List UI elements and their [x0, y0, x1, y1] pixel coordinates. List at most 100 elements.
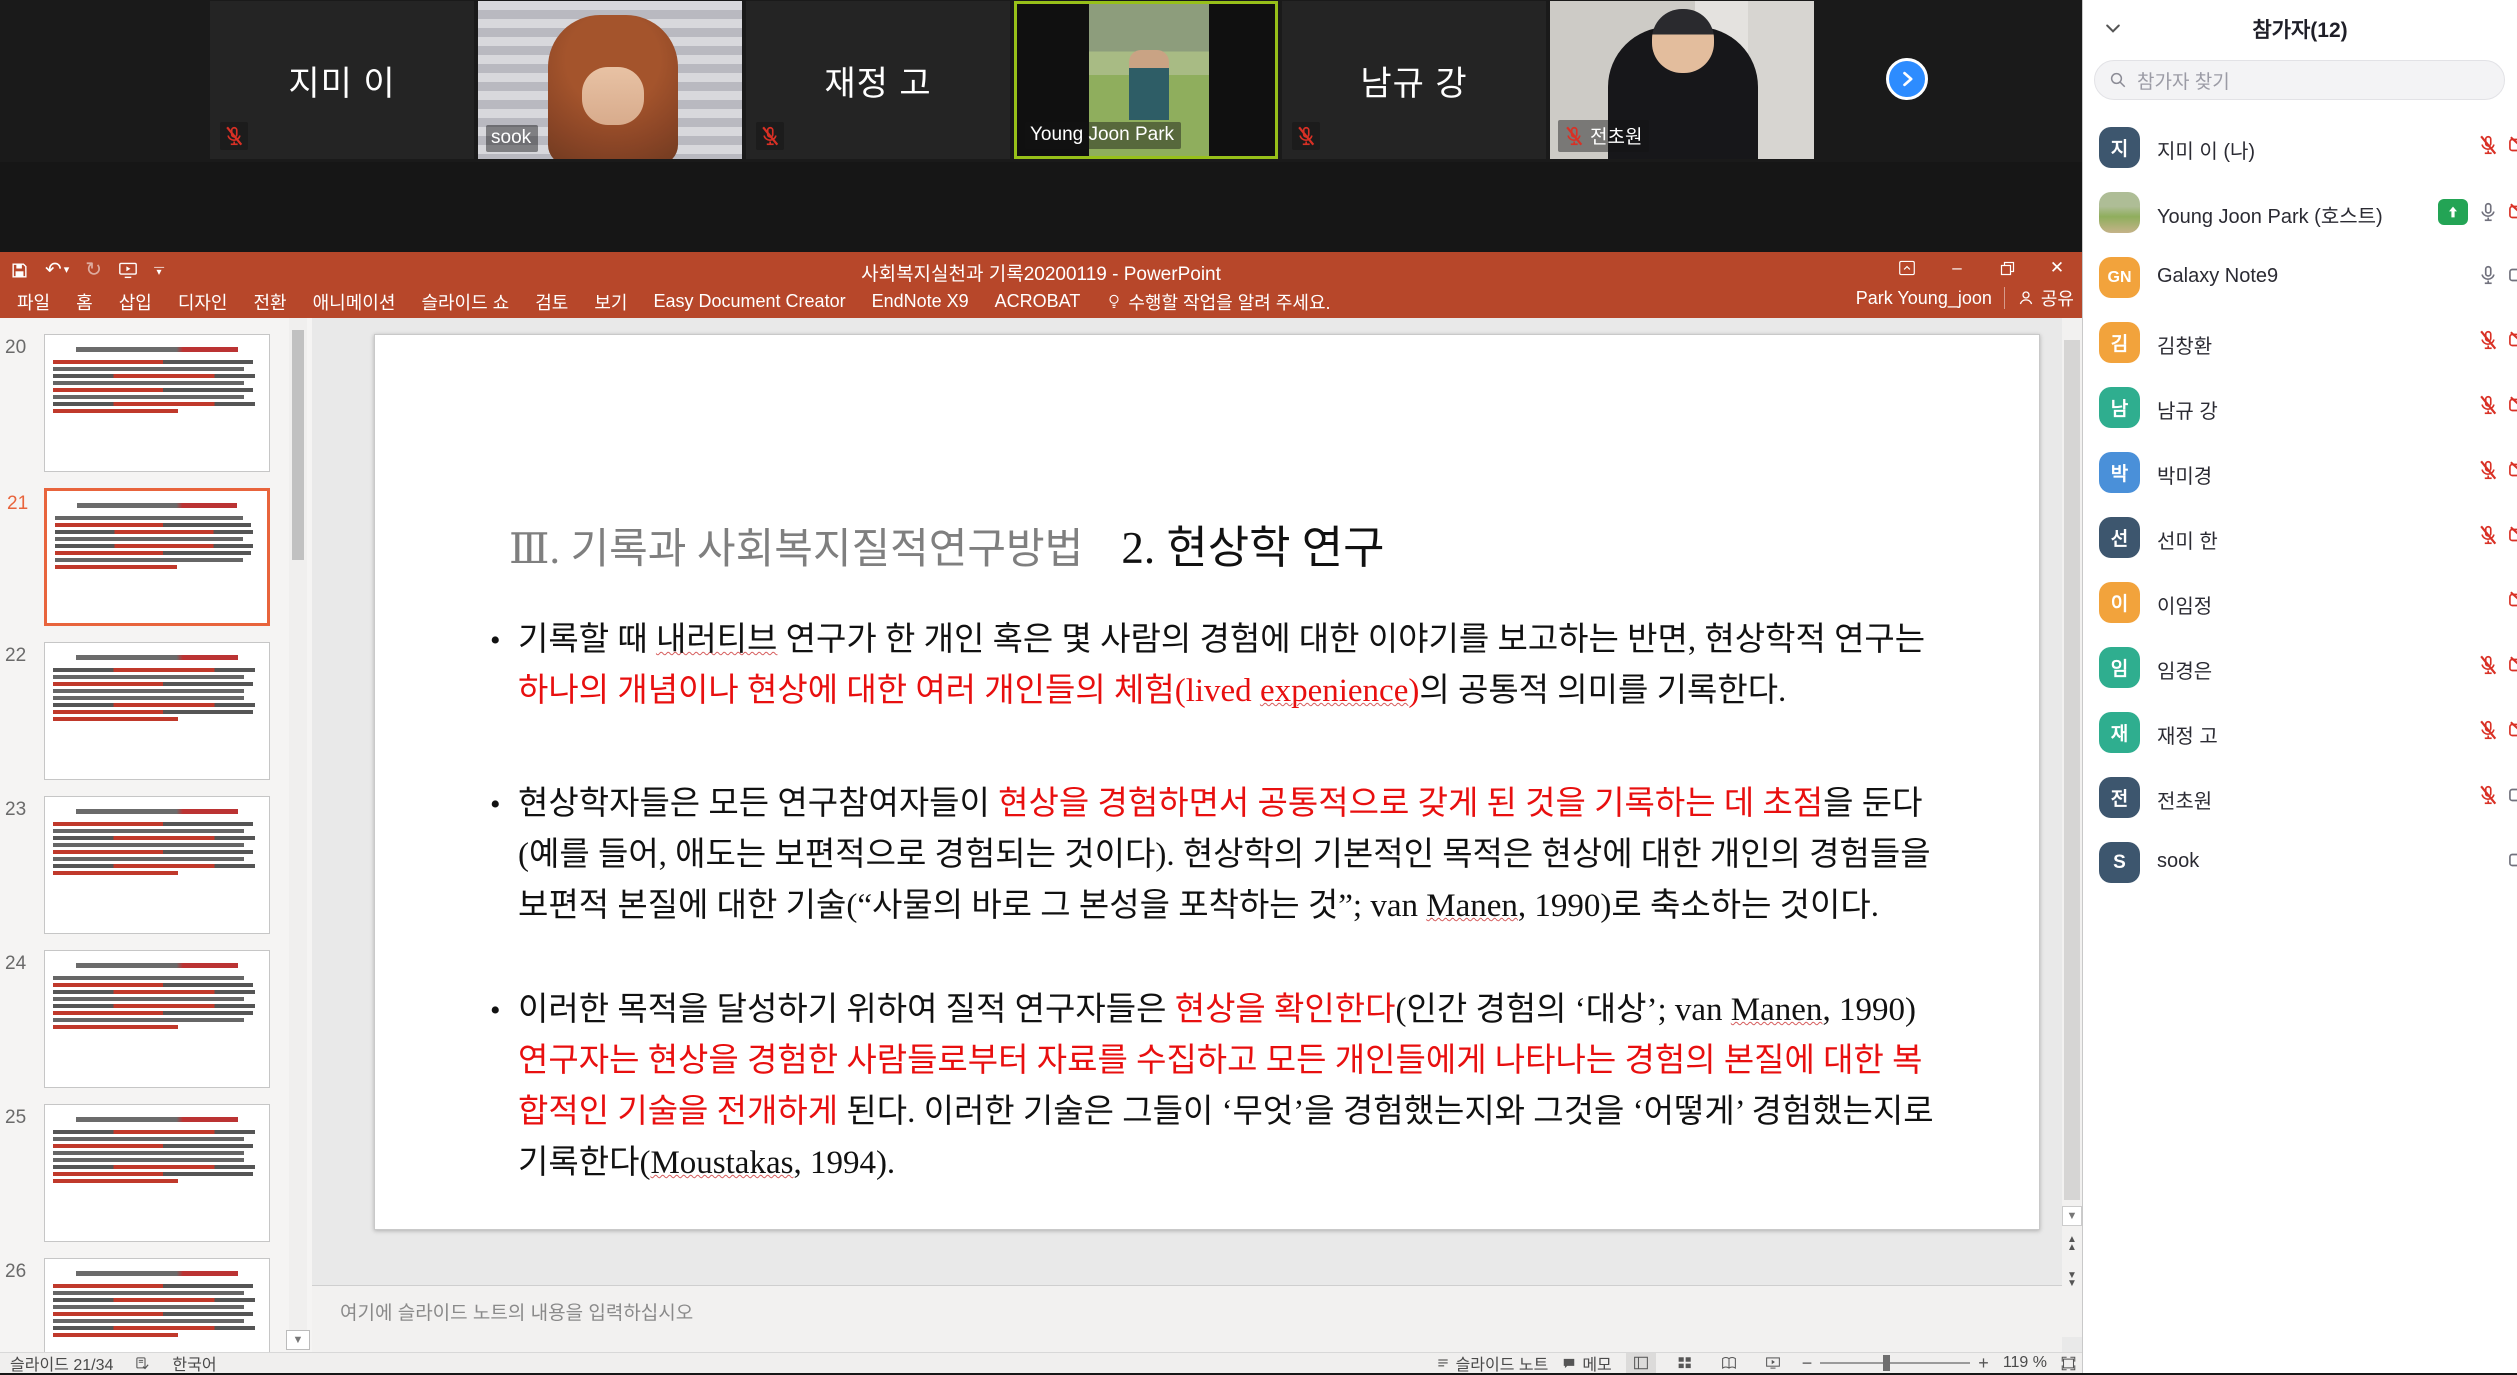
ribbon-display-options-button[interactable]: [1882, 252, 1932, 284]
slideshow-view-button[interactable]: [1758, 1353, 1788, 1373]
thumbnail-scrollbar[interactable]: [289, 318, 307, 1334]
participant-row[interactable]: 박박미경: [2083, 441, 2517, 505]
notes-pane[interactable]: 여기에 슬라이드 노트의 내용을 입력하십시오: [312, 1285, 2062, 1352]
customize-qat-button[interactable]: —▾: [154, 265, 164, 275]
mic-muted-icon: [2477, 134, 2499, 156]
slide-thumbnail-23[interactable]: 23: [44, 796, 270, 934]
participant-row[interactable]: 전전초원: [2083, 766, 2517, 830]
fit-to-window-icon[interactable]: [2061, 1356, 2076, 1371]
participant-row[interactable]: GNGalaxy Note9: [2083, 246, 2517, 310]
participant-avatar: 임: [2099, 647, 2140, 688]
next-participants-arrow-button[interactable]: [1886, 58, 1928, 100]
screen-sharing-badge: [2438, 199, 2468, 225]
participant-avatar: 남: [2099, 387, 2140, 428]
video-tile-4[interactable]: Young Joon Park: [1014, 1, 1278, 159]
zoom-video-strip: 지미 이 sook재정 고 Young Joon Park남규 강 전초원: [0, 0, 2082, 162]
save-button[interactable]: [10, 261, 29, 280]
thumbnail-scroll-down-button[interactable]: ▼: [286, 1330, 310, 1350]
next-slide-button[interactable]: ▼▼: [2062, 1270, 2082, 1290]
notes-icon: [1436, 1357, 1450, 1370]
ribbon-tab-10[interactable]: EndNote X9: [859, 285, 982, 318]
zoom-slider-track[interactable]: [1820, 1362, 1970, 1364]
participant-status-icons: [2477, 524, 2517, 546]
notes-toggle-button[interactable]: 슬라이드 노트: [1436, 1351, 1549, 1375]
video-tile-5[interactable]: 남규 강: [1282, 1, 1546, 159]
slide-thumbnail-22[interactable]: 22: [44, 642, 270, 780]
restore-button[interactable]: [1982, 252, 2032, 284]
video-tile-2[interactable]: sook: [478, 1, 742, 159]
participant-name: sook: [2157, 850, 2199, 873]
zoom-percentage[interactable]: 119 %: [2003, 1354, 2047, 1372]
slide-thumbnail-26[interactable]: 26: [44, 1258, 270, 1352]
ribbon-tab-11[interactable]: ACROBAT: [982, 285, 1094, 318]
participant-row[interactable]: 임임경은: [2083, 636, 2517, 700]
tell-me-box[interactable]: 수행할 작업을 알려 주세요.: [1093, 285, 1343, 318]
ribbon-tab-8[interactable]: 보기: [581, 285, 640, 318]
account-share-area: Park Young_joon 공유: [1856, 285, 2074, 311]
ribbon-tab-5[interactable]: 애니메이션: [300, 285, 409, 318]
zoom-in-button[interactable]: +: [1978, 1353, 1989, 1374]
participant-row[interactable]: Ssook: [2083, 831, 2517, 895]
zoom-slider: − +: [1802, 1353, 1989, 1374]
close-button[interactable]: ✕: [2032, 252, 2082, 284]
spellcheck-icon[interactable]: [135, 1356, 150, 1371]
participant-row[interactable]: 이이임정: [2083, 571, 2517, 635]
window-title: 사회복지실천과 기록20200119 - PowerPoint: [0, 259, 2082, 286]
slide-thumbnail-25[interactable]: 25: [44, 1104, 270, 1242]
quick-access-toolbar: ↶▾ ↻ —▾: [10, 257, 164, 283]
participant-search-input[interactable]: 참가자 찾기: [2094, 60, 2505, 100]
ribbon-tab-1[interactable]: 홈: [63, 285, 106, 318]
ribbon-tab-4[interactable]: 전환: [241, 285, 300, 318]
previous-slide-button[interactable]: ▲▲: [2062, 1234, 2082, 1254]
slide-thumbnail-21[interactable]: 21: [44, 488, 270, 626]
slide-scrollbar[interactable]: ▼ ▲▲ ▼▼: [2062, 318, 2082, 1337]
ribbon-tab-3[interactable]: 디자인: [165, 285, 241, 318]
ribbon-tab-9[interactable]: Easy Document Creator: [641, 285, 859, 318]
participant-row[interactable]: 선선미 한: [2083, 506, 2517, 570]
participant-row[interactable]: 남남규 강: [2083, 376, 2517, 440]
participant-status-icons: [2477, 329, 2517, 351]
normal-view-button[interactable]: [1626, 1353, 1656, 1373]
participants-panel-title: 참가자(12): [2083, 14, 2517, 44]
mic-muted-icon: [223, 125, 245, 147]
redo-button[interactable]: ↻: [85, 260, 102, 280]
zoom-out-button[interactable]: −: [1802, 1353, 1813, 1374]
language-indicator[interactable]: 한국어: [172, 1351, 216, 1375]
ribbon-tab-6[interactable]: 슬라이드 쇼: [408, 285, 522, 318]
mic-muted-icon: [2477, 329, 2499, 351]
slide-canvas[interactable]: Ⅲ. 기록과 사회복지질적연구방법2. 현상학 연구 기록할 때 내러티브 연구…: [374, 334, 2040, 1230]
participant-row[interactable]: Young Joon Park (호스트): [2083, 181, 2517, 245]
scroll-down-button[interactable]: ▼: [2062, 1206, 2082, 1226]
scrollbar-thumb[interactable]: [292, 330, 304, 560]
participant-avatar: 지: [2099, 127, 2140, 168]
start-slideshow-button[interactable]: [118, 261, 138, 279]
ribbon-tab-file[interactable]: 파일: [4, 285, 63, 318]
reading-view-button[interactable]: [1714, 1353, 1744, 1373]
camera-icon: [2508, 264, 2517, 286]
participant-name: Young Joon Park (호스트): [2157, 200, 2383, 229]
memo-toggle-button[interactable]: 메모: [1562, 1351, 1611, 1375]
scrollbar-thumb[interactable]: [2064, 340, 2080, 1200]
slide-thumbnail-24[interactable]: 24: [44, 950, 270, 1088]
participant-row[interactable]: 재재정 고: [2083, 701, 2517, 765]
share-button[interactable]: 공유: [2017, 285, 2074, 311]
participant-row[interactable]: 김김창환: [2083, 311, 2517, 375]
powerpoint-window: ↶▾ ↻ —▾ 사회복지실천과 기록20200119 - PowerPoint …: [0, 252, 2082, 1373]
video-tile-6[interactable]: 전초원: [1550, 1, 1814, 159]
camera-off-icon: [2508, 134, 2517, 156]
thumbnail-slide-number: 20: [5, 337, 26, 359]
ribbon-tab-7[interactable]: 검토: [522, 285, 581, 318]
participant-row[interactable]: 지지미 이 (나): [2083, 116, 2517, 180]
zoom-slider-knob[interactable]: [1883, 1355, 1890, 1371]
video-tile-3[interactable]: 재정 고: [746, 1, 1010, 159]
participant-status-icons: [2477, 134, 2517, 156]
slide-title-topic: 2. 현상학 연구: [1121, 523, 1384, 573]
minimize-button[interactable]: –: [1932, 252, 1982, 284]
slide-sorter-view-button[interactable]: [1670, 1353, 1700, 1373]
window-controls: – ✕: [1882, 252, 2082, 284]
ribbon-tab-2[interactable]: 삽입: [106, 285, 165, 318]
video-tile-1[interactable]: 지미 이: [210, 1, 474, 159]
slide-thumbnail-20[interactable]: 20: [44, 334, 270, 472]
undo-button[interactable]: ↶▾: [45, 260, 69, 280]
mic-muted-icon: [2477, 654, 2499, 676]
